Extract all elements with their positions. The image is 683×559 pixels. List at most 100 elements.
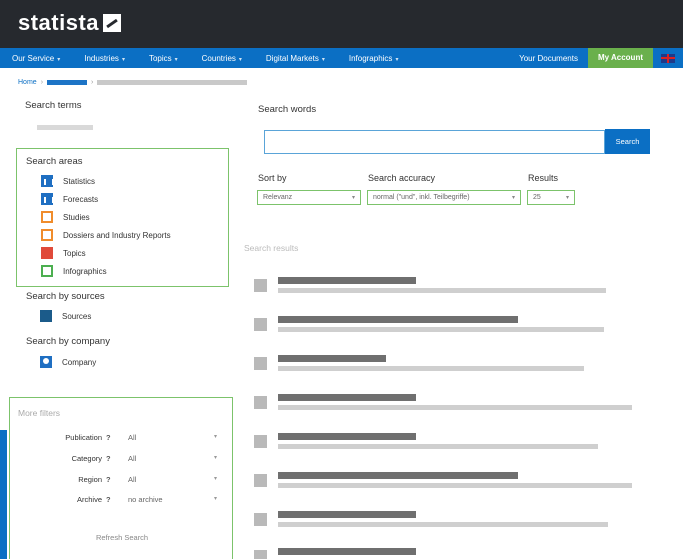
filter-region[interactable]: Region ? All ▾ — [10, 473, 234, 487]
filter-archive[interactable]: Archive ? no archive ▾ — [10, 493, 234, 507]
result-subtitle-blurred — [278, 405, 632, 410]
main-nav: Our Service ▾ Industries ▾ Topics ▾ Countri… — [0, 48, 683, 68]
result-subtitle-blurred — [278, 327, 604, 332]
search-result[interactable] — [254, 511, 654, 535]
result-thumbnail — [254, 550, 267, 559]
results-select[interactable]: 25 ▾ — [527, 190, 575, 205]
chevron-down-icon: ▾ — [238, 56, 242, 63]
area-topics[interactable]: Topics — [41, 247, 86, 259]
search-result[interactable] — [254, 433, 654, 457]
nav-right-group: Your Documents My Account — [509, 48, 683, 68]
nav-label: Countries — [201, 53, 236, 63]
breadcrumb-home[interactable]: Home — [18, 79, 37, 86]
search-button[interactable]: Search — [605, 129, 650, 154]
result-title-blurred[interactable] — [278, 316, 518, 323]
filter-category[interactable]: Category ? All ▾ — [10, 452, 234, 466]
refresh-search-button[interactable]: Refresh Search — [96, 533, 148, 542]
filter-value[interactable]: no archive — [128, 495, 163, 504]
breadcrumb-separator: › — [91, 79, 94, 86]
chevron-down-icon: ▾ — [565, 195, 569, 201]
sort-by-select[interactable]: Relevanz ▾ — [257, 190, 361, 205]
area-dossiers[interactable]: Dossiers and Industry Reports — [41, 229, 171, 241]
nav-our-service[interactable]: Our Service ▾ — [0, 54, 72, 63]
search-results-label: Search results — [244, 243, 299, 253]
statistics-icon — [41, 175, 54, 187]
your-documents-link[interactable]: Your Documents — [509, 54, 588, 63]
result-title-blurred[interactable] — [278, 433, 416, 440]
area-infographics[interactable]: Infographics — [41, 265, 107, 277]
search-result[interactable] — [254, 472, 654, 496]
result-thumbnail — [254, 435, 267, 448]
nav-label: Industries — [84, 53, 119, 63]
statista-mark-icon — [103, 14, 122, 32]
filter-label: Archive — [76, 495, 102, 504]
help-icon[interactable]: ? — [106, 454, 111, 463]
top-header: statista — [0, 0, 683, 48]
my-account-button[interactable]: My Account — [587, 48, 653, 68]
search-result[interactable] — [254, 548, 654, 559]
result-title-blurred[interactable] — [278, 511, 416, 518]
result-title-blurred[interactable] — [278, 548, 416, 555]
filter-value[interactable]: All — [128, 433, 136, 442]
area-statistics[interactable]: Statistics — [41, 175, 95, 187]
sort-by-label: Sort by — [258, 173, 287, 183]
breadcrumb-item-blurred[interactable] — [47, 80, 88, 85]
result-subtitle-blurred — [278, 522, 608, 527]
result-title-blurred[interactable] — [278, 472, 518, 479]
filter-value[interactable]: All — [128, 454, 136, 463]
area-studies[interactable]: Studies — [41, 211, 90, 223]
area-label: Dossiers and Industry Reports — [63, 230, 171, 240]
result-title-blurred[interactable] — [278, 394, 416, 401]
company-option[interactable]: Company — [40, 356, 96, 368]
accuracy-value: normal ("und", inkl. Teilbegriffe) — [373, 194, 470, 201]
infographics-icon — [41, 265, 53, 277]
result-title-blurred[interactable] — [278, 355, 386, 362]
filter-publication[interactable]: Publication ? All ▾ — [10, 431, 234, 445]
chevron-down-icon: ▾ — [395, 56, 399, 63]
search-by-sources-title: Search by sources — [26, 291, 105, 302]
nav-topics[interactable]: Topics ▾ — [137, 54, 190, 63]
nav-countries[interactable]: Countries ▾ — [190, 54, 254, 63]
result-thumbnail — [254, 474, 267, 487]
chevron-down-icon: ▾ — [174, 56, 178, 63]
area-label: Forecasts — [63, 194, 99, 204]
results-label: Results — [528, 173, 559, 183]
chevron-down-icon: ▾ — [214, 476, 218, 482]
search-accuracy-label: Search accuracy — [368, 173, 436, 183]
chevron-down-icon: ▾ — [214, 496, 218, 502]
area-label: Statistics — [63, 176, 96, 186]
search-result[interactable] — [254, 316, 654, 340]
filter-label: Region — [78, 475, 102, 484]
uk-flag-icon[interactable] — [661, 53, 675, 63]
area-label: Infographics — [63, 266, 107, 276]
nav-infographics[interactable]: Infographics ▾ — [337, 54, 411, 63]
help-icon[interactable]: ? — [106, 495, 111, 504]
area-forecasts[interactable]: Forecasts — [41, 193, 98, 205]
search-accuracy-select[interactable]: normal ("und", inkl. Teilbegriffe) ▾ — [367, 190, 521, 205]
chevron-down-icon: ▾ — [214, 455, 218, 461]
area-label: Studies — [63, 212, 90, 222]
filter-value[interactable]: All — [128, 475, 136, 484]
help-icon[interactable]: ? — [106, 433, 111, 442]
search-result[interactable] — [254, 355, 654, 379]
result-thumbnail — [254, 318, 267, 331]
forecasts-icon — [41, 193, 54, 205]
search-term-blurred[interactable] — [37, 125, 93, 130]
sources-label: Sources — [62, 311, 92, 321]
search-terms-section: Search terms — [15, 100, 233, 130]
search-words-label: Search words — [258, 104, 317, 115]
sources-icon — [40, 310, 52, 322]
statista-logo[interactable]: statista — [18, 10, 122, 36]
area-label: Topics — [63, 248, 86, 258]
search-result[interactable] — [254, 394, 654, 418]
search-result[interactable] — [254, 277, 654, 301]
nav-digital-markets[interactable]: Digital Markets ▾ — [254, 54, 337, 63]
result-thumbnail — [254, 357, 267, 370]
chevron-down-icon: ▾ — [121, 56, 125, 63]
result-title-blurred[interactable] — [278, 277, 416, 284]
help-icon[interactable]: ? — [106, 475, 111, 484]
search-input[interactable] — [264, 130, 605, 154]
sources-option[interactable]: Sources — [40, 310, 91, 322]
nav-industries[interactable]: Industries ▾ — [72, 54, 137, 63]
breadcrumb-separator: › — [40, 79, 44, 86]
